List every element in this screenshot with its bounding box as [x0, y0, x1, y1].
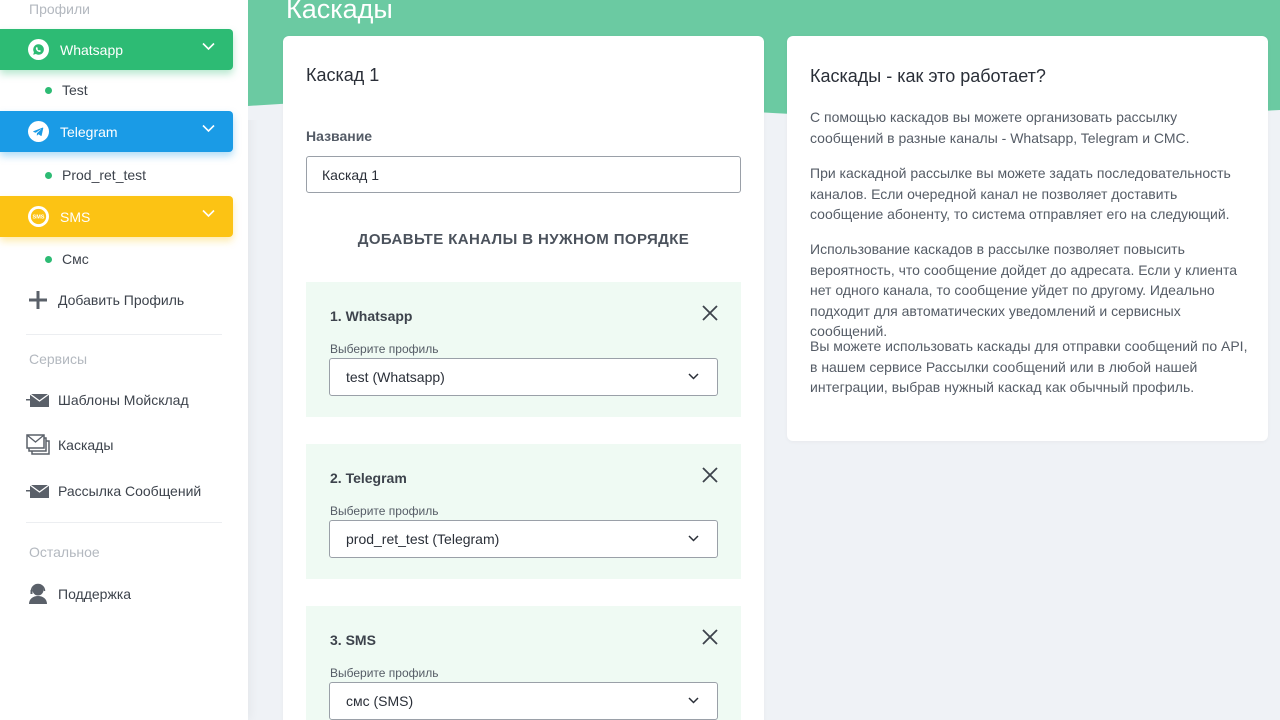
sub-item-label: Test: [62, 82, 88, 98]
chevron-down-icon: [688, 697, 699, 704]
chevron-down-icon[interactable]: [202, 124, 215, 133]
chevron-down-icon: [688, 535, 699, 542]
whatsapp-icon: [28, 39, 49, 60]
sub-item-label: Смс: [62, 251, 89, 267]
select-profile-label: Выберите профиль: [330, 666, 439, 680]
channel-name: 1. Whatsapp: [330, 308, 413, 324]
info-paragraph: Вы можете использовать каскады для отпра…: [810, 338, 1248, 395]
support-link[interactable]: Поддержка: [28, 583, 131, 605]
select-profile-label: Выберите профиль: [330, 504, 439, 518]
cascade-name-input[interactable]: [306, 156, 741, 193]
profiles-section-title: Профили: [29, 1, 90, 17]
svg-text:SMS: SMS: [33, 215, 45, 221]
profile-sms-button[interactable]: SMS SMS: [0, 196, 233, 237]
profile-whatsapp-label: Whatsapp: [60, 41, 124, 58]
add-profile-label: Добавить Профиль: [58, 292, 185, 308]
service-cascades[interactable]: Каскады: [26, 434, 113, 456]
channel-name: 2. Telegram: [330, 470, 407, 486]
service-moysklad-templates[interactable]: Шаблоны Мойсклад: [26, 392, 189, 408]
status-dot: [45, 86, 52, 94]
sms-icon: SMS: [28, 206, 49, 227]
support-label: Поддержка: [58, 586, 132, 602]
support-agent-icon: [28, 583, 48, 605]
info-card: Каскады - как это работает? С помощью ка…: [787, 36, 1268, 441]
service-label: Шаблоны Мойсклад: [58, 392, 189, 408]
sub-item-label: Prod_ret_test: [62, 167, 147, 183]
select-value: prod_ret_test (Telegram): [346, 531, 500, 547]
close-icon[interactable]: [701, 466, 719, 484]
info-paragraph: С помощью каскадов вы можете организоват…: [810, 109, 1190, 146]
channel-name: 3. SMS: [330, 632, 376, 648]
plus-icon: [28, 290, 48, 310]
select-value: смс (SMS): [346, 693, 414, 709]
channel-card-whatsapp: 1. Whatsapp Выберите профиль test (Whats…: [306, 282, 741, 417]
services-section-title: Сервисы: [29, 351, 88, 367]
close-icon[interactable]: [701, 628, 719, 646]
profile-select-sms[interactable]: смс (SMS): [329, 682, 718, 720]
page-title: Каскады: [286, 0, 393, 24]
profile-telegram-sub-item[interactable]: Prod_ret_test: [45, 167, 146, 183]
profile-select-whatsapp[interactable]: test (Whatsapp): [329, 358, 718, 396]
channel-card-sms: 3. SMS Выберите профиль смс (SMS): [306, 606, 741, 720]
profile-telegram-label: Telegram: [60, 123, 118, 140]
select-profile-label: Выберите профиль: [330, 342, 439, 356]
profile-select-telegram[interactable]: prod_ret_test (Telegram): [329, 520, 718, 558]
close-icon[interactable]: [701, 304, 719, 322]
cascade-editor-card: Каскад 1 Название ДОБАВЬТЕ КАНАЛЫ В НУЖН…: [283, 36, 764, 720]
profile-whatsapp-button[interactable]: Whatsapp: [0, 29, 233, 70]
add-profile-button[interactable]: Добавить Профиль: [28, 290, 184, 310]
divider: [26, 334, 222, 335]
info-title: Каскады - как это работает?: [810, 66, 1046, 86]
cascade-title: Каскад 1: [306, 65, 380, 85]
service-label: Рассылка Сообщений: [58, 483, 202, 499]
service-message-broadcast[interactable]: Рассылка Сообщений: [26, 483, 201, 499]
select-value: test (Whatsapp): [346, 369, 445, 385]
profile-telegram-button[interactable]: Telegram: [0, 111, 233, 152]
chevron-down-icon[interactable]: [202, 42, 215, 51]
chevron-down-icon[interactable]: [202, 209, 215, 218]
profile-sms-sub-item[interactable]: Смс: [45, 251, 89, 267]
service-label: Каскады: [58, 437, 114, 453]
channel-card-telegram: 2. Telegram Выберите профиль prod_ret_te…: [306, 444, 741, 579]
chevron-down-icon: [688, 373, 699, 380]
divider: [26, 522, 222, 523]
other-section-title: Остальное: [29, 544, 100, 560]
name-field-label: Название: [306, 128, 373, 144]
status-dot: [45, 255, 52, 263]
telegram-icon: [28, 121, 49, 142]
stacked-envelopes-icon: [26, 434, 50, 456]
envelope-icon: [26, 392, 50, 408]
info-paragraph: Использование каскадов в рассылке позвол…: [810, 241, 1237, 339]
sidebar: Профили Whatsapp Test Telegram Prod_ret_…: [0, 0, 248, 720]
profile-whatsapp-sub-item[interactable]: Test: [45, 82, 88, 98]
profile-sms-label: SMS: [60, 208, 91, 225]
channels-heading: ДОБАВЬТЕ КАНАЛЫ В НУЖНОМ ПОРЯДКЕ: [357, 231, 690, 248]
envelope-icon: [26, 483, 50, 499]
info-paragraph: При каскадной рассылке вы можете задать …: [810, 165, 1231, 222]
status-dot: [45, 171, 52, 179]
